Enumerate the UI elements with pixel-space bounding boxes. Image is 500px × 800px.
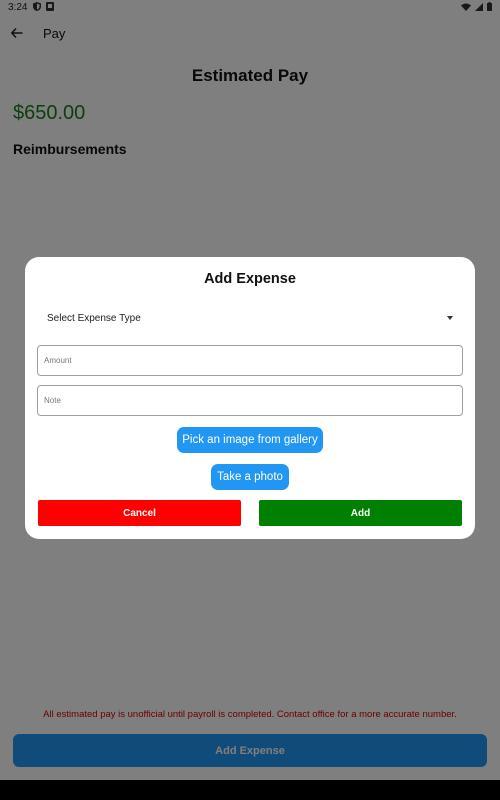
amount-input[interactable] <box>38 346 462 375</box>
expense-type-select[interactable]: Select Expense Type <box>37 307 463 331</box>
dropdown-caret-icon <box>447 316 453 320</box>
pick-image-gallery-button[interactable]: Pick an image from gallery <box>177 427 323 453</box>
note-input[interactable] <box>38 386 462 415</box>
add-expense-dialog: Add Expense Select Expense Type Pick an … <box>25 257 475 539</box>
expense-type-value: Select Expense Type <box>47 313 141 324</box>
system-nav-bar <box>0 780 500 800</box>
note-field[interactable] <box>37 385 463 416</box>
amount-field[interactable] <box>37 345 463 376</box>
take-photo-button[interactable]: Take a photo <box>211 464 289 490</box>
cancel-button[interactable]: Cancel <box>38 500 241 526</box>
dialog-title: Add Expense <box>204 271 296 287</box>
add-button[interactable]: Add <box>259 500 462 526</box>
